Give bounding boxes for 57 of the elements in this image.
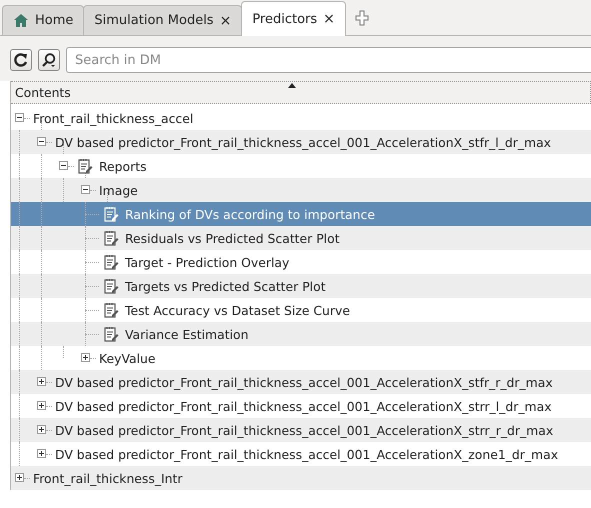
- add-tab-icon[interactable]: [354, 10, 369, 26]
- report-icon: [103, 254, 119, 270]
- tree-item-label: Front_rail_thickness_accel: [33, 110, 194, 126]
- expand-icon[interactable]: [81, 353, 90, 362]
- tree-item-label: Target - Prediction Overlay: [125, 254, 290, 270]
- tree-item-label: Targets vs Predicted Scatter Plot: [125, 278, 326, 294]
- report-icon: [103, 206, 119, 222]
- tree-row[interactable]: Variance Estimation: [11, 322, 591, 346]
- close-icon[interactable]: ×: [220, 12, 232, 28]
- collapse-icon[interactable]: [59, 161, 68, 170]
- tab[interactable]: Home: [2, 5, 84, 35]
- tree-row[interactable]: DV based predictor_Front_rail_thickness_accel_001_AccelerationX_stfr_r_dr_max: [11, 370, 591, 394]
- tree-item-label: Reports: [99, 158, 147, 174]
- tree-item-label: DV based predictor_Front_rail_thickness_accel_001_AccelerationX_strr_r_dr_max: [55, 422, 554, 438]
- tree-item-label: DV based predictor_Front_rail_thickness_accel_001_AccelerationX_strr_l_dr_max: [55, 398, 552, 414]
- expand-icon[interactable]: [37, 401, 46, 410]
- tree-row[interactable]: Image: [11, 178, 591, 202]
- tab-label: Predictors: [252, 12, 318, 26]
- report-icon: [103, 230, 119, 246]
- tab[interactable]: Simulation Models ×: [83, 5, 242, 35]
- home-icon: [13, 13, 29, 28]
- tree-item-label: Variance Estimation: [125, 326, 248, 342]
- tree-item-label: Front_rail_thickness_Intr: [33, 470, 182, 486]
- report-icon: [103, 302, 119, 318]
- expand-icon[interactable]: [15, 473, 24, 482]
- tree-row[interactable]: Front_rail_thickness_Intr: [11, 466, 591, 490]
- tree-row[interactable]: Ranking of DVs according to importance: [11, 202, 591, 226]
- close-icon[interactable]: ×: [323, 11, 335, 27]
- tree-item-label: DV based predictor_Front_rail_thickness_accel_001_AccelerationX_stfr_l_dr_max: [55, 134, 552, 150]
- expand-icon[interactable]: [37, 377, 46, 386]
- expand-icon[interactable]: [37, 449, 46, 458]
- expand-icon[interactable]: [37, 425, 46, 434]
- column-header-label: Contents: [15, 85, 71, 100]
- tree-row[interactable]: Targets vs Predicted Scatter Plot: [11, 274, 591, 298]
- tree-item-label: DV based predictor_Front_rail_thickness_accel_001_AccelerationX_zone1_dr_max: [55, 446, 558, 462]
- tree-item-label: Residuals vs Predicted Scatter Plot: [125, 230, 340, 246]
- sort-icon: [288, 83, 296, 88]
- tree-row[interactable]: Residuals vs Predicted Scatter Plot: [11, 226, 591, 250]
- report-icon: [103, 278, 119, 294]
- tab-label: Simulation Models: [94, 13, 214, 28]
- collapse-icon[interactable]: [81, 185, 90, 194]
- tree-row[interactable]: DV based predictor_Front_rail_thickness_accel_001_AccelerationX_stfr_l_dr_max: [11, 130, 591, 154]
- collapse-icon[interactable]: [15, 113, 24, 122]
- tab[interactable]: Predictors ×: [241, 1, 346, 36]
- refresh-button[interactable]: [10, 49, 32, 71]
- report-icon: [77, 158, 93, 174]
- tree-item-label: DV based predictor_Front_rail_thickness_accel_001_AccelerationX_stfr_r_dr_max: [55, 374, 553, 390]
- report-icon: [103, 326, 119, 342]
- tree-item-label: Test Accuracy vs Dataset Size Curve: [125, 302, 350, 318]
- tree-item-label: KeyValue: [99, 350, 156, 366]
- tab-label: Home: [35, 13, 74, 28]
- search-button[interactable]: [38, 49, 60, 71]
- tree-row[interactable]: DV based predictor_Front_rail_thickness_accel_001_AccelerationX_strr_r_dr_max: [11, 418, 591, 442]
- tree-item-label: Image: [99, 182, 138, 198]
- search-field[interactable]: Search in DM: [66, 47, 591, 73]
- tree-item-label: Ranking of DVs according to importance: [125, 206, 375, 222]
- collapse-icon[interactable]: [37, 137, 46, 146]
